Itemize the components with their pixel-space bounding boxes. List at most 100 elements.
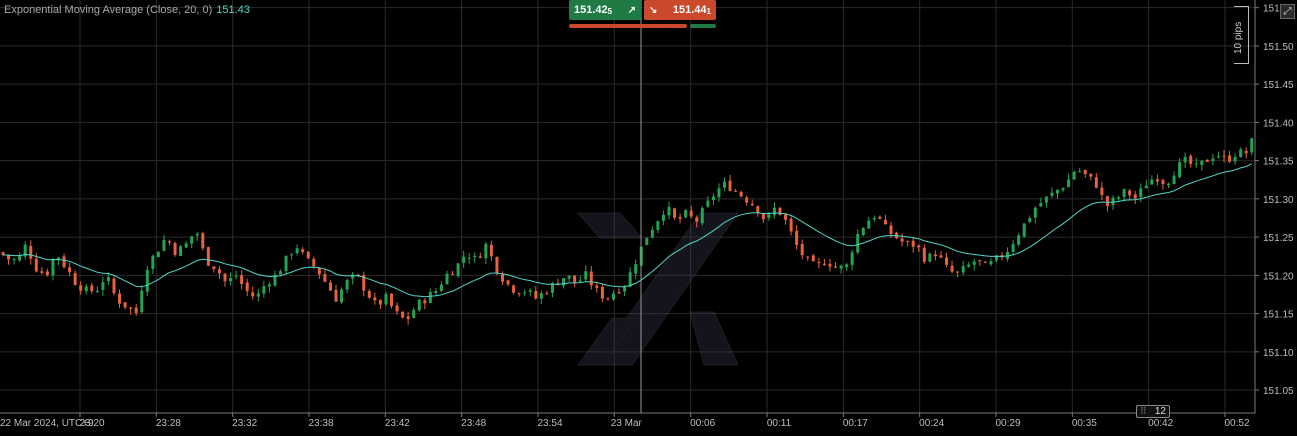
candle bbox=[68, 262, 72, 277]
candle bbox=[872, 215, 876, 222]
candle bbox=[878, 215, 882, 220]
candle bbox=[140, 285, 144, 314]
candle-body bbox=[845, 264, 849, 268]
chart-svg[interactable]: 151.05 151.10 151.15 151.20 151.25 151.30 151.… bbox=[0, 0, 1297, 431]
candle-body bbox=[373, 297, 377, 301]
candle bbox=[861, 227, 865, 237]
expand-icon[interactable]: ⤢ bbox=[1280, 4, 1295, 19]
candle-body bbox=[1211, 158, 1215, 162]
candle bbox=[334, 284, 338, 302]
candle-body bbox=[212, 266, 216, 269]
candle bbox=[118, 289, 122, 309]
candle bbox=[323, 268, 327, 283]
candle-body bbox=[323, 274, 327, 282]
candle bbox=[1105, 195, 1109, 212]
time-axis[interactable]: 22 Mar 2024, UTC+923:20 23:28 23:32 23:38 23… bbox=[0, 413, 1250, 429]
candle bbox=[589, 266, 593, 290]
candle bbox=[1022, 223, 1026, 238]
candle-body bbox=[95, 290, 99, 292]
price-axis[interactable]: 151.05 151.10 151.15 151.20 151.25 151.30 151.… bbox=[1255, 4, 1294, 397]
candle bbox=[595, 283, 599, 293]
candle-body bbox=[245, 282, 249, 292]
candle bbox=[1089, 173, 1093, 181]
candle bbox=[989, 258, 993, 267]
candle bbox=[345, 278, 349, 294]
candle bbox=[1211, 153, 1215, 166]
chart-area[interactable]: 151.05 151.10 151.15 151.20 151.25 151.30 151.… bbox=[0, 0, 1297, 431]
buy-price-button[interactable]: ↘ 151.441 bbox=[644, 0, 716, 20]
candle bbox=[134, 303, 138, 316]
candle bbox=[328, 280, 332, 291]
candle bbox=[390, 293, 393, 309]
price-tick-label: 151.50 bbox=[1263, 42, 1294, 53]
candle-body bbox=[428, 292, 432, 303]
candle bbox=[251, 286, 255, 300]
candle bbox=[972, 258, 976, 271]
candle bbox=[73, 270, 77, 286]
candle-body bbox=[700, 208, 704, 224]
candle-body bbox=[1172, 175, 1176, 185]
candle bbox=[234, 270, 238, 280]
candle-body bbox=[828, 263, 832, 267]
candle-body bbox=[84, 286, 88, 292]
candle bbox=[1061, 187, 1065, 193]
candle-body bbox=[473, 255, 477, 258]
indicator-value: 151.43 bbox=[216, 4, 250, 16]
candle-body bbox=[378, 300, 382, 305]
candle-body bbox=[917, 245, 921, 248]
sell-sentiment-bar bbox=[569, 24, 687, 28]
candle bbox=[12, 257, 16, 265]
candle-body bbox=[883, 219, 887, 225]
candle-body bbox=[101, 282, 105, 290]
candle bbox=[145, 265, 149, 296]
candle bbox=[378, 299, 382, 309]
candle-body bbox=[351, 274, 355, 279]
candle bbox=[18, 252, 22, 262]
indicator-legend[interactable]: Exponential Moving Average (Close, 20, 0… bbox=[4, 4, 250, 16]
candle bbox=[1183, 152, 1187, 168]
candle bbox=[678, 213, 682, 224]
candle-body bbox=[140, 290, 144, 313]
candle-body bbox=[262, 286, 266, 294]
candle-body bbox=[51, 258, 55, 276]
candle bbox=[573, 275, 577, 288]
candle-body bbox=[706, 200, 710, 207]
candle-body bbox=[950, 265, 954, 272]
candle-body bbox=[789, 218, 793, 232]
candle-body bbox=[1200, 160, 1204, 165]
candle bbox=[439, 281, 443, 293]
candle bbox=[51, 258, 55, 281]
candle bbox=[883, 214, 887, 225]
candle-body bbox=[834, 266, 837, 268]
candle-body bbox=[1111, 197, 1115, 206]
candle-body bbox=[1216, 156, 1220, 158]
candle-body bbox=[179, 246, 183, 257]
candle-body bbox=[267, 284, 271, 287]
candle bbox=[284, 255, 288, 274]
bar-count-control[interactable]: ⠿ 12 bbox=[1136, 405, 1170, 418]
candle-body bbox=[584, 271, 588, 280]
candle bbox=[961, 260, 965, 276]
candle bbox=[290, 252, 294, 260]
candle-body bbox=[939, 255, 943, 258]
candle-body bbox=[861, 227, 865, 236]
candle bbox=[512, 284, 516, 295]
candle-body bbox=[567, 275, 571, 279]
candle-body bbox=[367, 290, 371, 298]
candle-body bbox=[467, 257, 471, 259]
candle bbox=[983, 261, 987, 263]
candle-body bbox=[761, 213, 765, 220]
candle bbox=[395, 302, 399, 315]
indicator-name: Exponential Moving Average (Close, 20, 0… bbox=[4, 4, 213, 16]
candle bbox=[484, 241, 488, 265]
candle-body bbox=[1078, 171, 1082, 173]
candle-body bbox=[489, 244, 493, 257]
candle bbox=[645, 237, 649, 246]
sell-price-button[interactable]: 151.425 ↗ bbox=[569, 0, 641, 20]
candle-body bbox=[1155, 179, 1159, 182]
time-tick-label: 00:06 bbox=[690, 418, 715, 429]
arrow-down-right-icon: ↘ bbox=[649, 4, 658, 16]
candle-body bbox=[306, 251, 310, 259]
candle bbox=[156, 251, 160, 258]
candle bbox=[267, 281, 271, 293]
